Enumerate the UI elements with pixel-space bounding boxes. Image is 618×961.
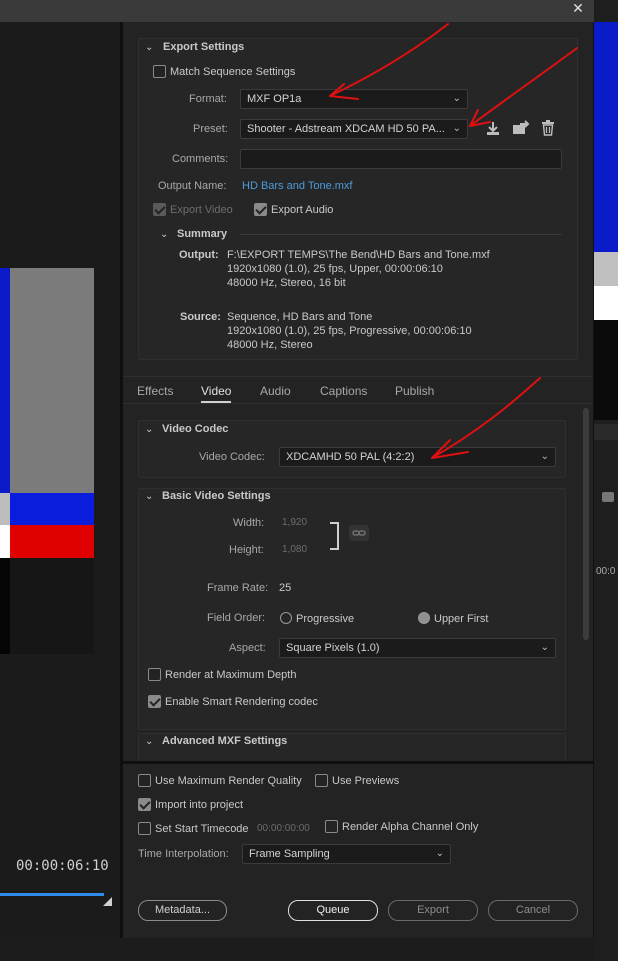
annotation-arrow-preset xyxy=(469,47,578,127)
annotation-arrow-format xyxy=(329,23,449,97)
annotation-arrow-codec xyxy=(431,377,541,459)
red-annotation-arrows xyxy=(329,23,578,459)
annotation-arrowhead-format xyxy=(329,83,359,100)
